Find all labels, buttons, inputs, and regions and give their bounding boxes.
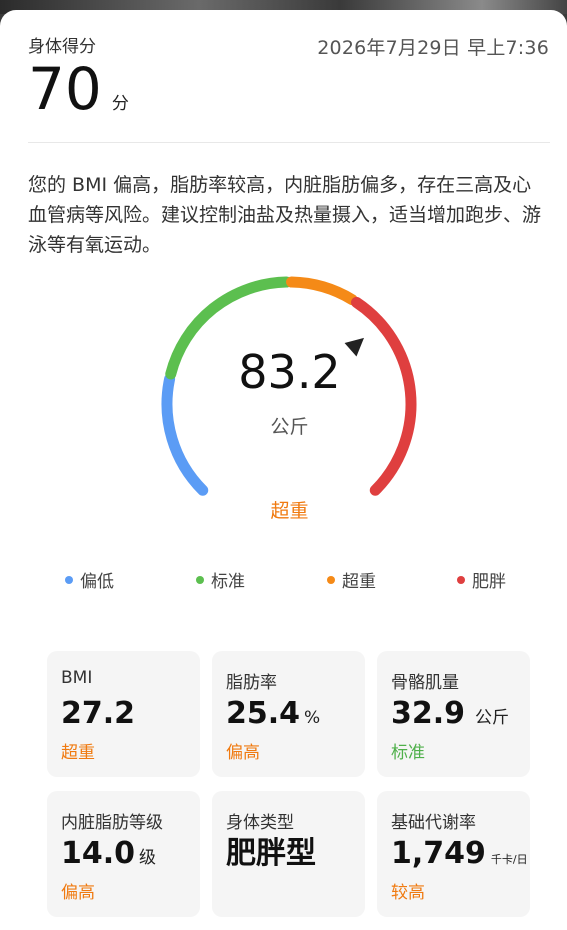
gauge-segment-3 [351, 296, 417, 496]
weight-status: 超重 [270, 500, 309, 522]
metric-unit: 级 [139, 848, 157, 868]
metric-unit: 千卡/日 [490, 853, 528, 866]
score-value: 70 [28, 55, 102, 123]
metric-label: 内脏脂肪等级 [61, 813, 163, 833]
metric-value: 25.4 [226, 696, 301, 731]
metric-label: 基础代谢率 [391, 813, 476, 833]
score-unit: 分 [111, 94, 129, 114]
metric-value-row: 肥胖型 [226, 839, 316, 869]
legend-label-low: 偏低 [80, 572, 114, 592]
weight-value: 83.2 [238, 345, 341, 399]
metric-value-row: 1,749 千卡/日 [391, 839, 528, 869]
metric-value-row: 14.0 级 [61, 839, 156, 869]
weight-unit: 公斤 [270, 416, 309, 438]
metric-tile-bmi[interactable]: BMI 27.2 超重 [47, 651, 200, 777]
metric-value-row: 32.9 公斤 [391, 699, 509, 729]
metric-value: 27.2 [61, 696, 136, 731]
gauge-legend: 偏低 标准 超重 肥胖 [0, 567, 567, 593]
metric-status: 标准 [391, 743, 425, 763]
legend-label-overweight: 超重 [342, 572, 376, 592]
legend-item-low: 偏低 [65, 567, 114, 592]
gauge-segment-2 [286, 276, 358, 306]
metric-status: 偏高 [226, 743, 260, 763]
metric-value: 肥胖型 [226, 836, 316, 871]
legend-item-obese: 肥胖 [457, 567, 506, 592]
legend-dot-overweight [327, 575, 335, 584]
legend-item-overweight: 超重 [327, 567, 376, 592]
metric-tile-body-type[interactable]: 身体类型 肥胖型 [212, 791, 365, 917]
metric-value-row: 27.2 [61, 699, 135, 729]
metric-value: 32.9 [391, 696, 466, 731]
metric-label: 脂肪率 [226, 673, 277, 693]
metric-tile-visceral-fat[interactable]: 内脏脂肪等级 14.0 级 偏高 [47, 791, 200, 917]
health-advice: 您的 BMI 偏高，脂肪率较高，内脏脂肪偏多，存在三高及心血管病等风险。建议控制… [28, 174, 542, 256]
metric-status: 偏高 [61, 883, 95, 903]
metric-status: 较高 [391, 883, 425, 903]
metric-status: 超重 [61, 743, 95, 763]
legend-dot-standard [196, 575, 204, 584]
legend-dot-low [65, 575, 73, 584]
metric-value: 1,749 [391, 836, 486, 871]
legend-label-standard: 标准 [211, 572, 245, 592]
metric-tile-body-fat[interactable]: 脂肪率 25.4 % 偏高 [212, 651, 365, 777]
metric-unit: % [304, 708, 321, 728]
legend-label-obese: 肥胖 [472, 572, 506, 592]
measurement-datetime: 2026年7月29日 早上7:36 [317, 37, 549, 59]
score-label: 身体得分 [28, 37, 96, 57]
metric-value: 14.0 [61, 836, 136, 871]
metric-label: 骨骼肌量 [391, 673, 459, 693]
legend-item-standard: 标准 [196, 567, 245, 592]
metric-unit: 公斤 [475, 708, 510, 728]
metric-tile-bmr[interactable]: 基础代谢率 1,749 千卡/日 较高 [377, 791, 530, 917]
metric-label: 身体类型 [226, 813, 294, 833]
divider [28, 142, 550, 143]
metric-tile-skeletal-muscle[interactable]: 骨骼肌量 32.9 公斤 标准 [377, 651, 530, 777]
score-value-row: 70 分 [28, 60, 129, 118]
metric-label: BMI [61, 668, 93, 688]
legend-dot-obese [457, 575, 465, 584]
metric-value-row: 25.4 % [226, 699, 320, 729]
